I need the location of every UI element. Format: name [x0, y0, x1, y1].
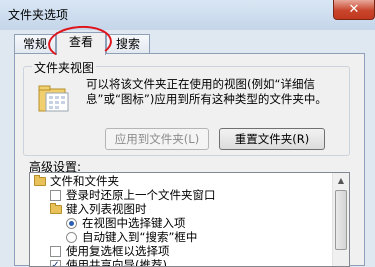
window-title: 文件夹选项 — [8, 8, 69, 22]
folder-icon — [50, 203, 62, 214]
folder-views-group: 文件夹视图 可以将该文件夹正在使用的视图(例如“详细信息”或“图标”)应用到所有… — [23, 59, 350, 156]
use-checkboxes-checkbox[interactable] — [50, 246, 61, 257]
restore-windows-checkbox[interactable] — [50, 190, 61, 201]
tab-general[interactable]: 常规 — [14, 34, 56, 54]
tab-strip: 常规 查看 搜索 — [0, 30, 375, 55]
folder-view-icon — [38, 85, 69, 112]
folder-views-description: 可以将该文件夹正在使用的视图(例如“详细信息”或“图标”)应用到所有这种类型的文… — [86, 77, 327, 106]
reset-folders-button[interactable]: 重置文件夹(R) — [219, 128, 325, 150]
folder-icon — [34, 175, 46, 186]
folder-views-legend: 文件夹视图 — [32, 59, 97, 76]
select-typed-item-radio[interactable] — [66, 218, 77, 229]
type-into-search-radio[interactable] — [66, 232, 77, 243]
tab-view[interactable]: 查看 — [56, 32, 106, 55]
view-tab-panel: 文件夹视图 可以将该文件夹正在使用的视图(例如“详细信息”或“图标”)应用到所有… — [14, 53, 365, 267]
tab-search[interactable]: 搜索 — [106, 34, 150, 54]
title-bar: 文件夹选项 ✕ — [0, 0, 375, 30]
scroll-thumb[interactable] — [335, 190, 347, 250]
close-icon: ✕ — [348, 2, 360, 17]
advanced-settings-list[interactable]: 文件和文件夹 登录时还原上一个文件夹窗口 键入列表视图时 在视图中选择键入项 自… — [29, 172, 350, 267]
scroll-up-arrow-icon[interactable]: ▲ — [333, 173, 349, 189]
apply-to-folders-button[interactable]: 应用到文件夹(L) — [105, 128, 209, 150]
close-button[interactable]: ✕ — [333, 0, 375, 20]
vertical-scrollbar[interactable]: ▲ — [332, 173, 349, 266]
